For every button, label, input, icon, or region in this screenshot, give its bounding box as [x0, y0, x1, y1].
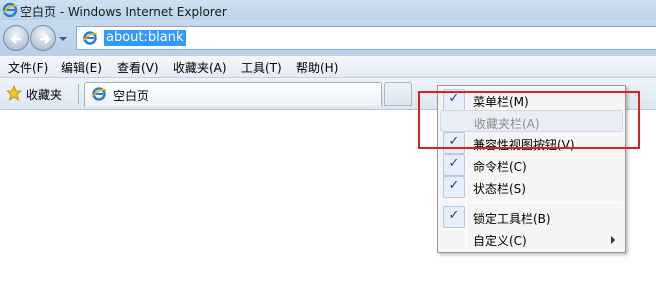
star-icon: [6, 85, 22, 101]
page-icon: [82, 31, 98, 45]
menu-file[interactable]: 文件(F): [8, 59, 48, 76]
menu-item-label: 状态栏(S): [473, 182, 526, 196]
check-icon: ✓: [443, 206, 465, 228]
address-row: about:blank: [0, 20, 656, 56]
history-dropdown-icon[interactable]: [58, 34, 68, 44]
menu-item-status-bar[interactable]: ✓ 状态栏(S): [440, 176, 623, 198]
menu-bar: 文件(F) 编辑(E) 查看(V) 收藏夹(A) 工具(T) 帮助(H): [0, 56, 656, 78]
menu-item-command-bar[interactable]: ✓ 命令栏(C): [440, 154, 623, 176]
favorites-label: 收藏夹: [26, 88, 63, 102]
menu-edit[interactable]: 编辑(E): [61, 59, 102, 76]
forward-button[interactable]: [30, 25, 56, 51]
highlight-annotation: [418, 91, 640, 149]
address-url[interactable]: about:blank: [104, 30, 186, 46]
toolbar-divider: [78, 84, 79, 104]
window-title: 空白页 - Windows Internet Explorer: [20, 5, 227, 19]
ie-icon: [2, 2, 18, 18]
check-icon: ✓: [443, 154, 465, 176]
menu-item-customize[interactable]: 自定义(C): [440, 228, 623, 250]
menu-item-label: 锁定工具栏(B): [473, 212, 551, 226]
menu-tools[interactable]: 工具(T): [241, 59, 282, 76]
submenu-arrow-icon: [611, 236, 615, 244]
tab-blank-page[interactable]: 空白页: [84, 82, 382, 106]
title-bar: 空白页 - Windows Internet Explorer: [0, 0, 656, 20]
menu-favorites[interactable]: 收藏夹(A): [173, 59, 227, 76]
arrow-left-icon: [10, 34, 21, 44]
new-tab-button[interactable]: [384, 82, 412, 106]
menu-view[interactable]: 查看(V): [117, 59, 159, 76]
menu-separator: [470, 202, 622, 203]
menu-item-label: 命令栏(C): [473, 160, 527, 174]
check-icon: ✓: [443, 176, 465, 198]
menu-item-label: 自定义(C): [473, 234, 527, 248]
arrow-right-icon: [40, 34, 51, 44]
page-icon: [91, 87, 107, 101]
tab-label: 空白页: [113, 89, 150, 103]
menu-item-lock-toolbars[interactable]: ✓ 锁定工具栏(B): [440, 206, 623, 228]
address-bar[interactable]: about:blank: [76, 26, 656, 50]
menu-help[interactable]: 帮助(H): [296, 59, 338, 76]
back-button[interactable]: [3, 25, 29, 51]
